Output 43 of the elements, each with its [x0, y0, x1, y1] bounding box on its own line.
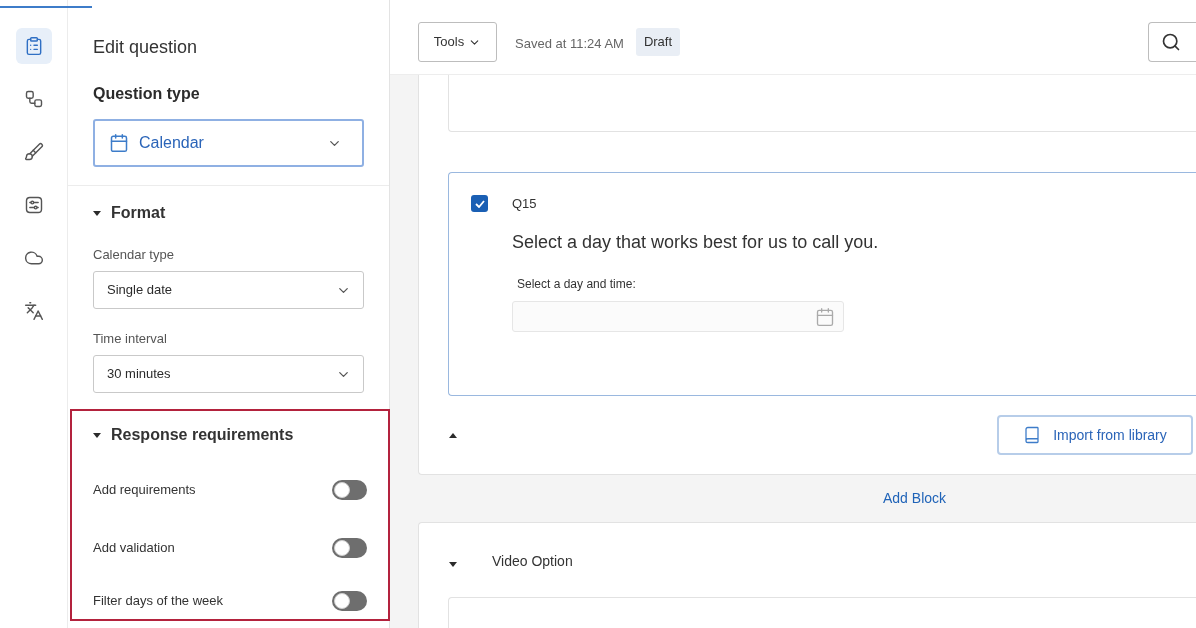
question-text: Select a day that works best for us to call you. [512, 231, 879, 254]
toggle-switch[interactable] [332, 480, 367, 500]
toggle-label: Add requirements [93, 481, 196, 500]
section-heading: Response requirements [111, 425, 294, 445]
section-label: Question type [93, 84, 200, 104]
question-number: Q15 [512, 195, 537, 213]
select-field[interactable]: 30 minutes [93, 355, 364, 393]
toggle-switch[interactable] [332, 591, 367, 611]
search-button[interactable] [1148, 22, 1196, 62]
question-type-dropdown[interactable]: Calendar [93, 119, 364, 167]
field-label: Calendar type [93, 247, 174, 263]
brush-icon [23, 142, 44, 162]
caret-down-icon[interactable] [93, 210, 101, 216]
caret-up-icon[interactable] [449, 432, 457, 438]
section-heading: Format [111, 203, 166, 223]
book-icon [1023, 426, 1042, 444]
field-label: Time interval [93, 331, 167, 347]
caret-down-icon[interactable] [449, 562, 457, 567]
status-badge: Draft [635, 28, 681, 56]
toggle-label: Filter days of the week [93, 592, 224, 611]
question-card[interactable]: Q15 Select a day that works best for us to call you. Select a day and time: [448, 172, 1196, 396]
save-status: Saved at 11:24 AM [515, 35, 624, 53]
add-block-link[interactable]: Add Block [883, 488, 947, 509]
import-from-library-button[interactable]: Import from library [997, 415, 1193, 455]
cloud-icon [23, 248, 44, 268]
select-field[interactable]: Single date [93, 271, 364, 309]
checkmark-icon [474, 199, 485, 208]
tools-button[interactable]: Tools [418, 22, 497, 62]
nav-rail-item[interactable] [15, 28, 52, 64]
checkbox[interactable] [471, 195, 488, 212]
panel-title: Edit question [93, 36, 198, 58]
sliders-icon [23, 195, 44, 215]
calendar-icon [109, 133, 129, 153]
field-label: Select a day and time: [517, 276, 636, 292]
toggle-switch[interactable] [332, 538, 367, 558]
flow-icon [23, 89, 44, 109]
calendar-icon [815, 306, 835, 327]
translate-icon [23, 301, 44, 321]
search-icon [1161, 32, 1181, 52]
toggle-label: Add validation [93, 539, 175, 558]
block-title: Video Option [492, 552, 573, 571]
date-input-field[interactable] [512, 301, 844, 332]
caret-down-icon[interactable] [93, 432, 101, 438]
